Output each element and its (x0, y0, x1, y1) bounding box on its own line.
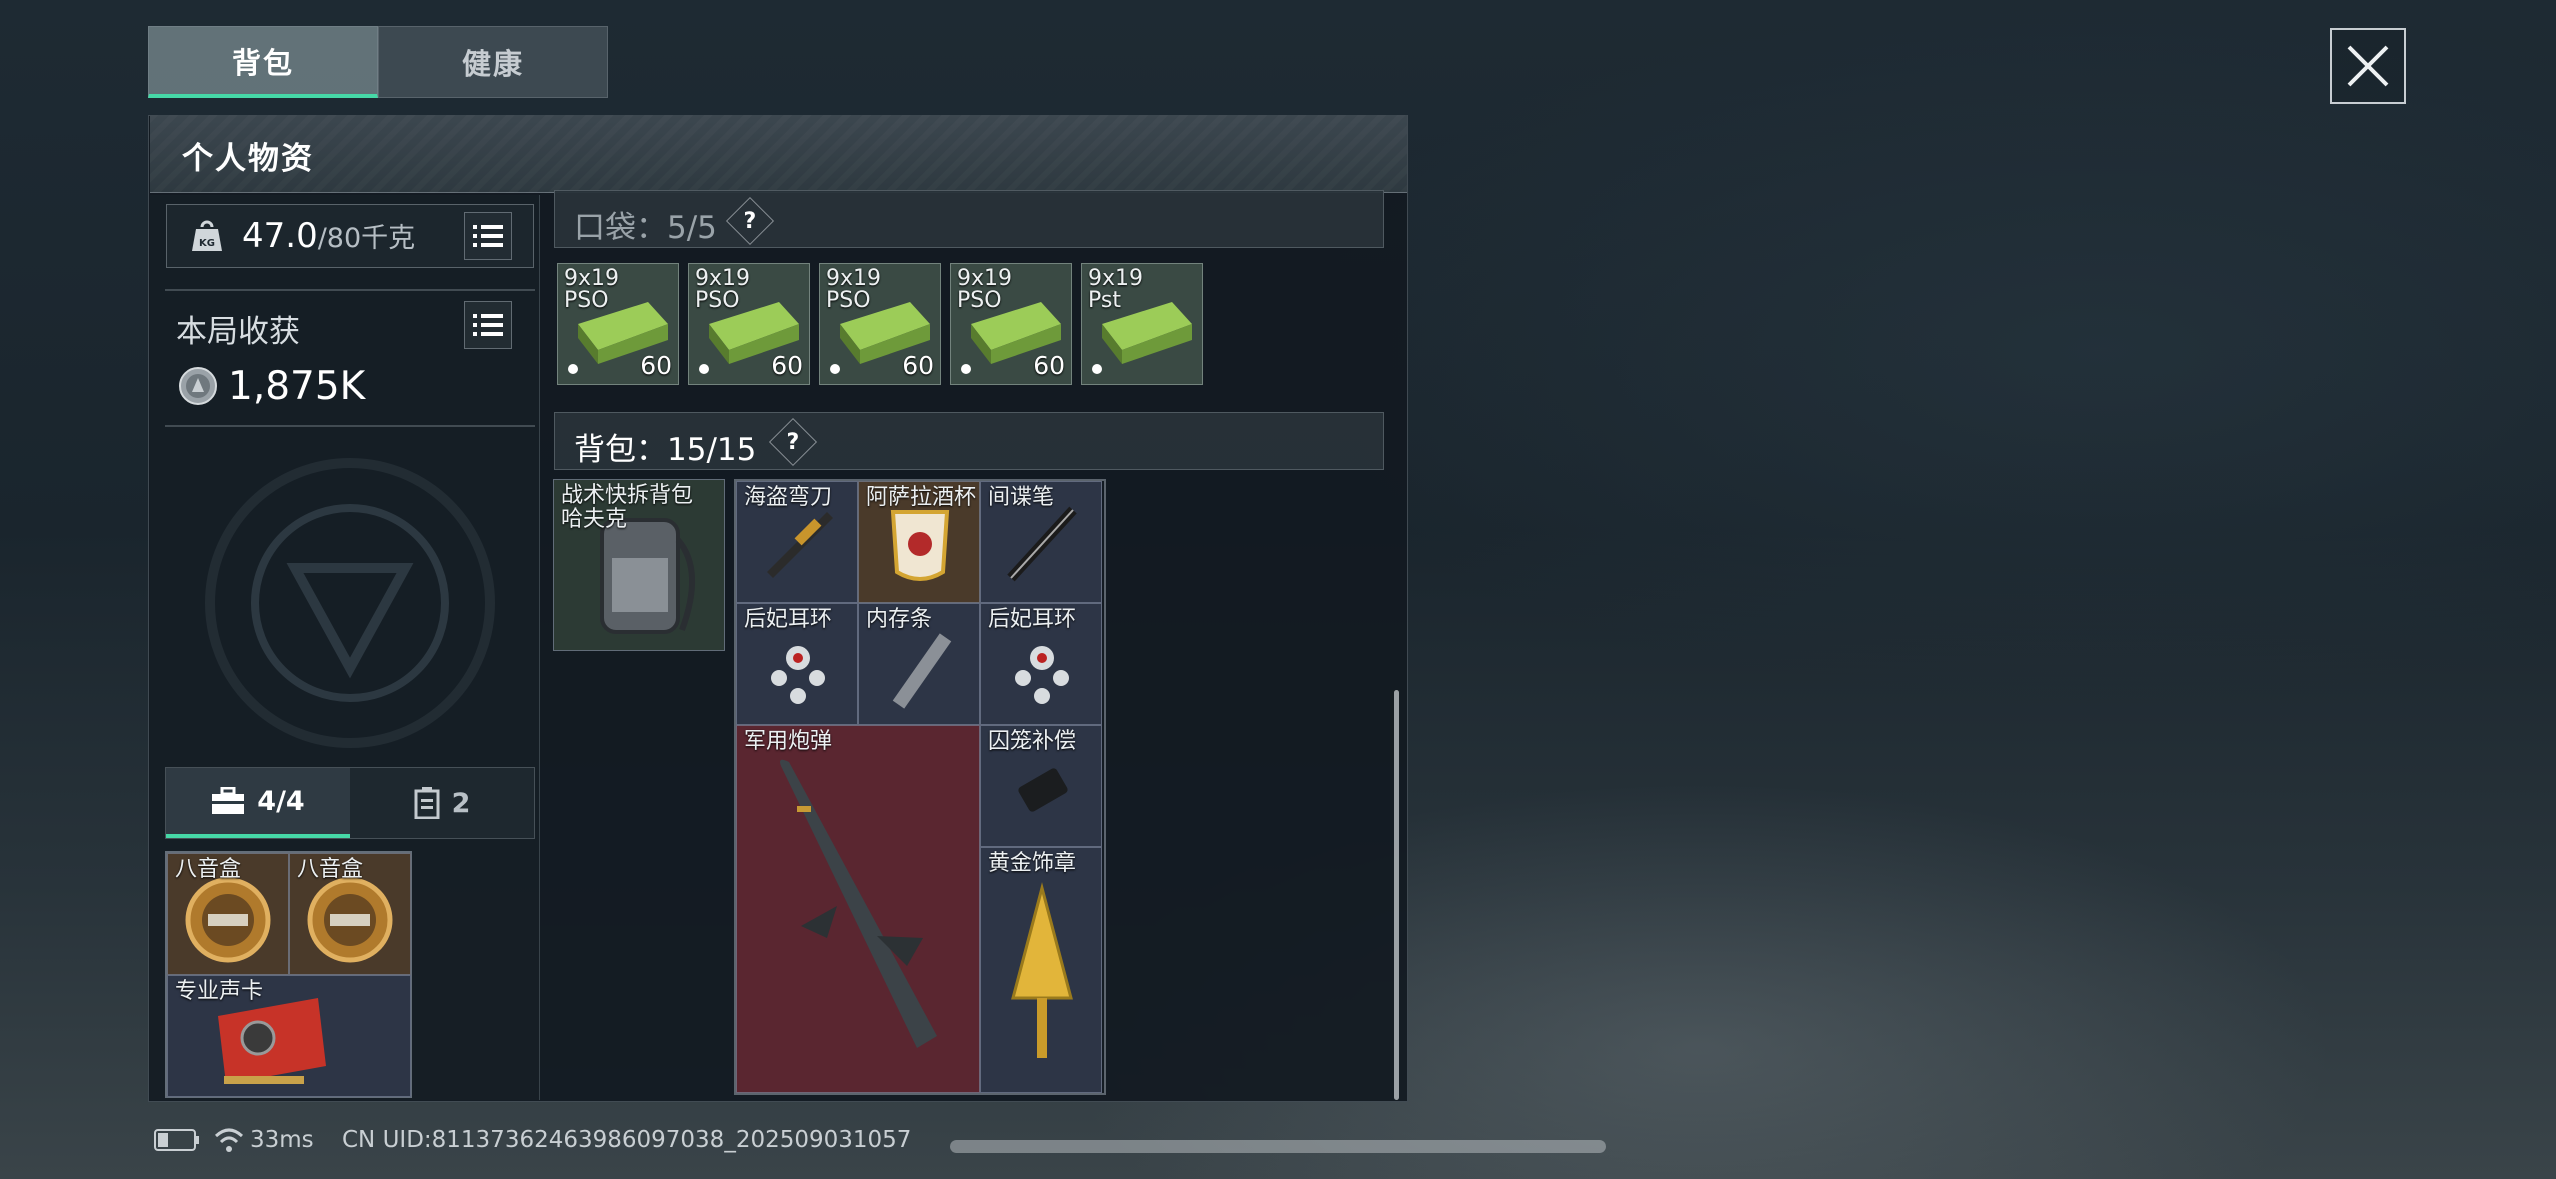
weight-current: 47.0 (242, 216, 318, 256)
secure-case-grid: 八音盒 八音盒 专业声卡 (165, 851, 412, 1098)
backpack-label: 背包：15/15 (574, 432, 757, 468)
ammo-count: 60 (1033, 351, 1065, 380)
faction-emblem (205, 458, 495, 748)
help-icon: ? (786, 429, 800, 455)
item-military-shell[interactable]: 军用炮弹 (736, 725, 980, 1093)
home-indicator[interactable] (950, 1140, 1606, 1153)
ammo-slot[interactable]: 9x19 PSO 60 (557, 263, 679, 385)
svg-text:KG: KG (199, 238, 215, 249)
haul-value: 1,875K (228, 364, 366, 409)
container-tabs: 4/4 2 (165, 767, 535, 839)
item-name: 间谍笔 (988, 485, 1055, 510)
ammo-indicator (961, 364, 971, 374)
ammo-count: 60 (902, 351, 934, 380)
item-memory-stick[interactable]: 内存条 (858, 603, 980, 725)
tab-secure-case-label: 4/4 (257, 785, 305, 817)
ammo-caliber: 9x19 PSO (957, 266, 1013, 313)
panel-title: 个人物资 (182, 141, 314, 177)
scrollbar[interactable] (1394, 690, 1399, 1100)
equipped-backpack[interactable]: 战术快拆背包 哈夫克 (553, 479, 725, 651)
ammo-caliber: 9x19 PSO (695, 266, 751, 313)
ammo-indicator (830, 364, 840, 374)
emblem-icon (1011, 882, 1073, 1058)
item-name: 八音盒 (175, 857, 242, 882)
weight-icon: KG (192, 220, 222, 251)
coin-icon (179, 367, 217, 405)
weight-value: 47.0/80千克 (242, 216, 415, 256)
tab-card-case-label: 2 (451, 787, 471, 819)
ammo-indicator (699, 364, 709, 374)
uid-text: CN UID:8113736246398609703​8_20250903105… (342, 1127, 912, 1153)
ammo-caliber: 9x19 PSO (564, 266, 620, 313)
item-music-box[interactable]: 八音盒 (289, 853, 411, 975)
top-tab-bar: 背包 健康 (148, 26, 608, 98)
ammo-slot[interactable]: 9x19 PSO 60 (950, 263, 1072, 385)
item-name: 战术快拆背包 哈夫克 (561, 483, 694, 532)
item-name: 后妃耳环 (988, 607, 1077, 632)
item-name: 黄金饰章 (988, 851, 1077, 876)
haul-list-button[interactable] (464, 301, 512, 349)
item-name: 海盗弯刀 (744, 485, 833, 510)
missile-icon (780, 759, 937, 1048)
close-button[interactable] (2330, 28, 2406, 104)
ammo-indicator (568, 364, 578, 374)
battery-icon (154, 1129, 199, 1151)
list-icon (473, 314, 503, 336)
help-icon: ? (743, 208, 757, 234)
item-name: 八音盒 (297, 857, 364, 882)
ammo-caliber: 9x19 Pst (1088, 266, 1144, 313)
tab-backpack[interactable]: 背包 (148, 26, 378, 98)
id-card-icon (414, 787, 440, 819)
ammo-count: 60 (771, 351, 803, 380)
item-consort-earring[interactable]: 后妃耳环 (736, 603, 858, 725)
ping-text: 33ms (250, 1127, 314, 1153)
divider (165, 289, 535, 291)
ammo-slot[interactable]: 9x19 PSO 60 (819, 263, 941, 385)
tab-card-case[interactable]: 2 (350, 768, 534, 838)
ammo-count: 60 (640, 351, 672, 380)
divider (165, 425, 535, 427)
weight-max: /80千克 (317, 223, 416, 254)
backpack-grid: 海盗弯刀 阿萨拉酒杯 间谍笔 后妃耳环 内存条 后妃耳环 军用炮弹 囚笼补偿 黄… (734, 479, 1106, 1095)
ammo-indicator (1092, 364, 1102, 374)
item-music-box[interactable]: 八音盒 (167, 853, 289, 975)
tab-health[interactable]: 健康 (378, 26, 608, 98)
item-asara-cup[interactable]: 阿萨拉酒杯 (858, 481, 980, 603)
haul-label: 本局收获 (176, 314, 300, 350)
ammo-slot[interactable]: 9x19 PSO 60 (688, 263, 810, 385)
item-name: 阿萨拉酒杯 (866, 485, 977, 510)
list-icon (473, 225, 503, 247)
close-icon (2347, 45, 2389, 87)
item-name: 后妃耳环 (744, 607, 833, 632)
item-pirate-cutlass[interactable]: 海盗弯刀 (736, 481, 858, 603)
item-cage-compensator[interactable]: 囚笼补偿 (980, 725, 1102, 847)
briefcase-icon (212, 787, 245, 814)
pocket-label: 口袋：5/5 (574, 210, 717, 246)
item-gold-emblem[interactable]: 黄金饰章 (980, 847, 1102, 1093)
item-name: 囚笼补偿 (988, 729, 1077, 754)
panel-header (150, 115, 1407, 193)
item-spy-pen[interactable]: 间谍笔 (980, 481, 1102, 603)
weight-list-button[interactable] (464, 212, 512, 260)
tab-secure-case[interactable]: 4/4 (166, 768, 350, 838)
item-consort-earring[interactable]: 后妃耳环 (980, 603, 1102, 725)
item-name: 内存条 (866, 607, 933, 632)
wifi-icon (214, 1128, 244, 1152)
item-sound-card[interactable]: 专业声卡 (167, 975, 411, 1097)
ammo-slot[interactable]: 9x19 Pst (1081, 263, 1203, 385)
item-name: 专业声卡 (175, 979, 264, 1004)
ammo-caliber: 9x19 PSO (826, 266, 882, 313)
item-name: 军用炮弹 (744, 729, 833, 754)
